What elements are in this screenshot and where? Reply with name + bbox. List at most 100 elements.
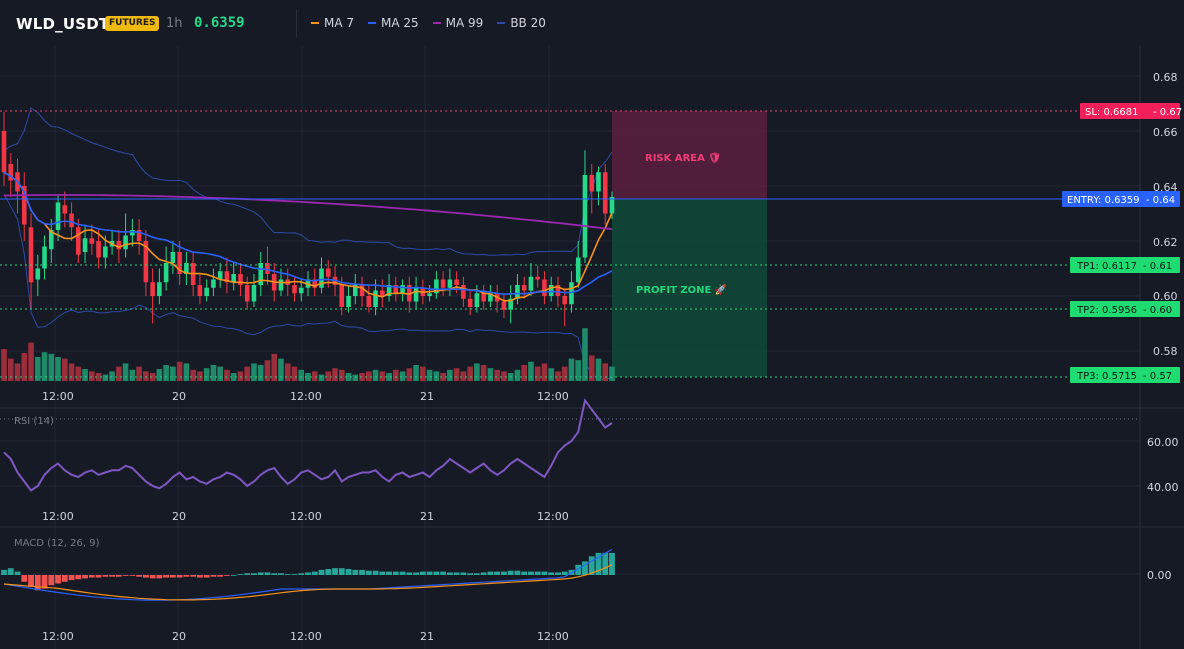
candle-body <box>55 202 61 230</box>
macd-histogram-bar <box>197 575 203 578</box>
macd-histogram-bar <box>318 569 325 575</box>
macd-histogram-bar <box>534 571 541 575</box>
candle-body <box>474 293 480 307</box>
profit-zone-label: PROFIT ZONE 🚀 <box>636 283 728 296</box>
volume-bar <box>129 369 136 381</box>
macd-histogram-bar <box>338 568 345 575</box>
macd-histogram-bar <box>68 575 75 581</box>
candle-body <box>278 279 284 291</box>
tp3-tag[interactable]: TP3: 0.5715 - 0.57 <box>1070 367 1180 383</box>
chart-grid <box>0 46 1140 649</box>
time-axis-main[interactable]: 12:00 20 12:00 21 12:00 <box>42 390 569 403</box>
volume-bar <box>14 363 21 381</box>
volume-bar <box>467 366 473 381</box>
volume-bar <box>453 368 460 381</box>
volume-bar <box>548 368 554 381</box>
candle-body <box>292 285 297 294</box>
macd-histogram-bar <box>359 569 365 575</box>
volume-bar <box>203 368 210 381</box>
volume-bar <box>311 371 318 381</box>
macd-histogram-bar <box>332 568 338 575</box>
macd-histogram-bar <box>203 575 210 578</box>
time-axis-rsi[interactable]: 12:00 20 12:00 21 12:00 <box>42 510 569 523</box>
candle-body <box>319 268 324 288</box>
volume-bar <box>561 366 568 381</box>
time-axis-macd[interactable]: 12:00 20 12:00 21 12:00 <box>42 630 569 643</box>
sl-tag-label: SL: 0.6681 <box>1085 107 1138 118</box>
tp2-tag[interactable]: TP2: 0.5956 - 0.60 <box>1070 301 1180 317</box>
time-tick: 21 <box>420 630 434 643</box>
rsi-title[interactable]: RSI (14) <box>14 416 54 427</box>
time-tick: 21 <box>420 510 434 523</box>
volume-bar <box>82 369 88 381</box>
macd-histogram-bar <box>419 571 426 575</box>
volume-bar <box>170 366 176 381</box>
volume-bar <box>575 360 582 381</box>
candle-body <box>467 298 473 307</box>
entry-tag[interactable]: ENTRY: 0.6359 - 0.64 <box>1062 191 1180 207</box>
macd-title[interactable]: MACD (12, 26, 9) <box>14 538 100 549</box>
macd-histogram-bar <box>501 571 507 575</box>
candle-body <box>440 279 446 288</box>
candle-body <box>103 246 108 258</box>
volume-bar <box>338 369 345 381</box>
price-tick: 0.58 <box>1153 345 1178 358</box>
candle-body <box>150 282 155 296</box>
macd-histogram-bar <box>392 571 399 575</box>
time-tick: 20 <box>172 390 186 403</box>
macd-histogram-bar <box>14 571 21 575</box>
macd-histogram-bar <box>109 575 115 577</box>
macd-signal-line[interactable] <box>3 564 613 601</box>
macd-histogram-bar <box>311 571 318 575</box>
macd-histogram-bar <box>413 572 419 575</box>
macd-histogram-bar <box>129 575 136 576</box>
volume-bar <box>521 365 527 381</box>
macd-histogram-bar <box>609 552 615 575</box>
volume-bar <box>116 366 122 381</box>
tp1-tag[interactable]: TP1: 0.6117 - 0.61 <box>1070 257 1180 273</box>
macd-histogram-bar <box>548 572 555 575</box>
candle-body <box>447 279 453 288</box>
macd-histogram-bar <box>514 570 521 575</box>
macd-histogram-bar <box>325 569 332 575</box>
volume-bars <box>1 328 615 381</box>
macd-histogram-bar <box>28 575 34 587</box>
tp3-tag-value: - 0.57 <box>1143 371 1172 382</box>
candle-body <box>589 175 595 192</box>
macd-histogram-bar <box>82 575 88 579</box>
volume-bar <box>399 371 406 381</box>
candle-body <box>521 285 527 291</box>
macd-histogram-bar <box>433 571 440 575</box>
macd-histogram-bar <box>406 572 413 575</box>
macd-histogram-bar <box>541 571 548 575</box>
candle-body <box>528 276 534 291</box>
candle-body <box>211 279 216 288</box>
candle-body <box>163 263 169 283</box>
volume-bar <box>75 366 82 381</box>
macd-histogram-bar <box>291 574 298 575</box>
volume-bar <box>197 371 203 381</box>
macd-histogram-bar <box>507 570 514 575</box>
tp2-tag-label: TP2: 0.5956 <box>1076 305 1137 316</box>
volume-bar <box>7 358 14 381</box>
candle-body <box>82 238 88 252</box>
candle-body <box>454 279 459 285</box>
candle-body <box>575 257 581 283</box>
tp1-tag-label: TP1: 0.6117 <box>1076 261 1137 272</box>
rsi-line[interactable] <box>3 398 613 492</box>
volume-bar <box>420 366 426 381</box>
candle-body <box>481 293 486 302</box>
volume-bar <box>190 369 196 381</box>
candle-body <box>542 279 547 296</box>
candle-body <box>123 235 128 250</box>
volume-bar <box>318 374 325 381</box>
rsi-tick: 40.00 <box>1147 481 1179 494</box>
volume-bar <box>278 358 284 381</box>
chart-canvas[interactable]: RISK AREA 🛡 PROFIT ZONE 🚀 0.68 0.66 0.64… <box>0 0 1184 649</box>
tp3-tag-label: TP3: 0.5715 <box>1076 371 1137 382</box>
volume-bar <box>237 371 244 381</box>
candle-body <box>76 227 81 255</box>
macd-histogram-bar <box>1 569 7 575</box>
sl-tag[interactable]: SL: 0.6681 - 0.67 <box>1080 103 1182 119</box>
volume-bar <box>143 371 149 381</box>
